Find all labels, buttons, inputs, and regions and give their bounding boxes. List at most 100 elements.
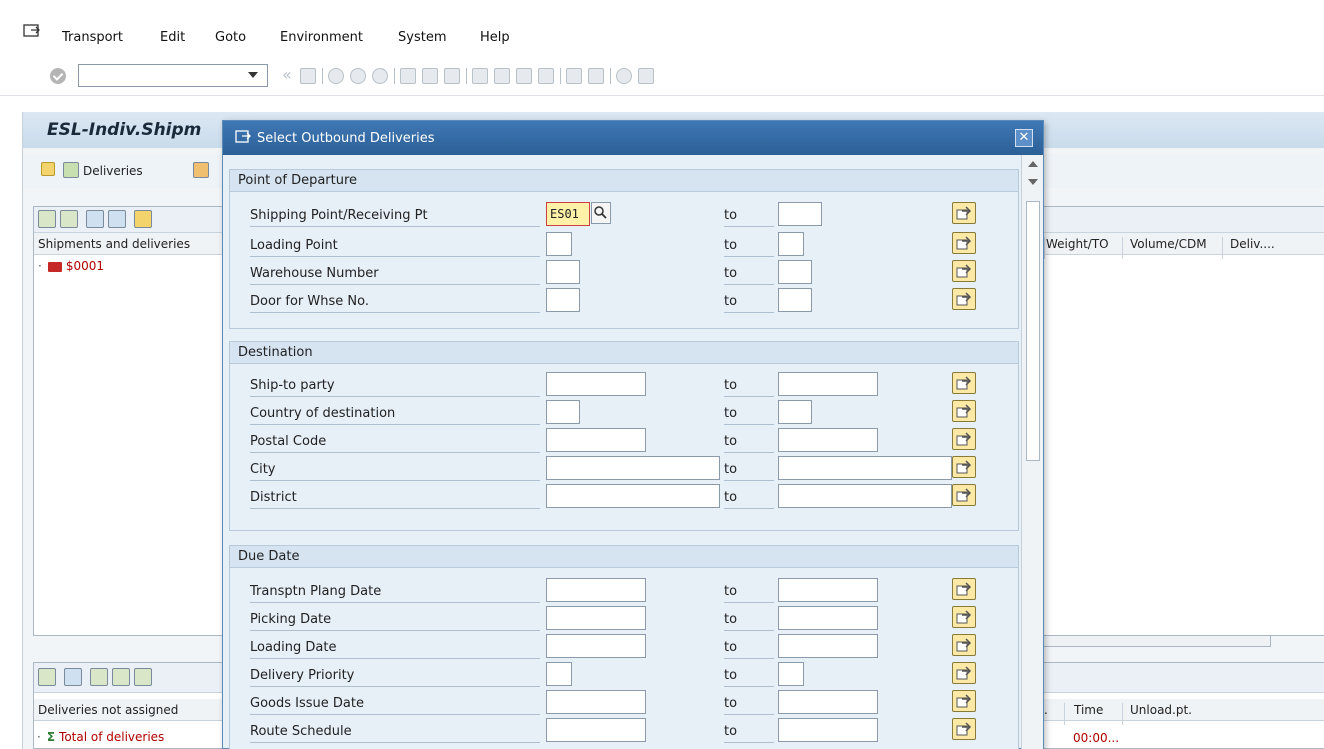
transport-planning-date-from-input[interactable] (546, 578, 646, 602)
remove-item-icon[interactable] (38, 668, 56, 686)
dialog-title-bar[interactable]: Select Outbound Deliveries ✕ (223, 121, 1043, 155)
deliveries-button[interactable]: Deliveries (83, 164, 143, 178)
multiple-selection-button[interactable] (952, 428, 976, 450)
multiple-selection-button[interactable] (952, 456, 976, 478)
menu-edit[interactable]: Edit (160, 30, 185, 45)
shipping-point-to-input[interactable] (778, 202, 822, 226)
print-icon[interactable] (400, 68, 416, 84)
expand-icon[interactable] (86, 210, 104, 228)
scroll-thumb[interactable] (1026, 201, 1040, 461)
column-deliveries-not-assigned: Deliveries not assigned (38, 703, 179, 717)
multiple-selection-button[interactable] (952, 690, 976, 712)
enter-check-icon[interactable] (50, 68, 66, 84)
column-shipments: Shipments and deliveries (38, 237, 191, 251)
hierarchy-icon[interactable] (41, 162, 55, 176)
find-next-icon[interactable] (444, 68, 460, 84)
menu-system[interactable]: System (398, 30, 446, 45)
add-item-icon[interactable] (38, 210, 56, 228)
shipment-label[interactable]: $0001 (66, 259, 104, 273)
multiple-selection-button[interactable] (952, 260, 976, 282)
scroll-up-icon[interactable] (1028, 161, 1038, 167)
menu-icon[interactable] (23, 24, 41, 38)
double-chevron-icon[interactable]: « (282, 65, 292, 84)
deliveries-icon[interactable] (63, 162, 79, 178)
exit-icon[interactable] (350, 68, 366, 84)
multiple-selection-button[interactable] (952, 400, 976, 422)
first-page-icon[interactable] (472, 68, 488, 84)
multiple-selection-button[interactable] (952, 718, 976, 740)
assign-icon[interactable] (90, 668, 108, 686)
menu-goto[interactable]: Goto (215, 30, 246, 45)
ship-to-party-to-input[interactable] (778, 372, 878, 396)
loading-date-from-input[interactable] (546, 634, 646, 658)
multiple-selection-button[interactable] (952, 662, 976, 684)
help-icon[interactable] (616, 68, 632, 84)
city-from-input[interactable] (546, 456, 720, 480)
picking-date-to-input[interactable] (778, 606, 878, 630)
menu-transport[interactable]: Transport (62, 30, 123, 45)
cancel-icon[interactable] (372, 68, 388, 84)
customize-layout-icon[interactable] (638, 68, 654, 84)
warehouse-number-to-input[interactable] (778, 260, 812, 284)
district-from-input[interactable] (546, 484, 720, 508)
command-field[interactable] (78, 64, 268, 87)
country-to-input[interactable] (778, 400, 812, 424)
multiple-selection-button[interactable] (952, 232, 976, 254)
multiple-selection-button[interactable] (952, 578, 976, 600)
warehouse-number-from-input[interactable] (546, 260, 580, 284)
find-icon[interactable] (422, 68, 438, 84)
field-label-postal-code: Postal Code (250, 434, 540, 453)
collapse-icon[interactable] (108, 210, 126, 228)
menu-help[interactable]: Help (480, 30, 510, 45)
ship-to-party-from-input[interactable] (546, 372, 646, 396)
unassign-icon[interactable] (134, 668, 152, 686)
multiple-selection-button[interactable] (952, 288, 976, 310)
door-to-input[interactable] (778, 288, 812, 312)
lower-row[interactable]: · Σ Total of deliveries (37, 730, 164, 744)
vertical-scrollbar[interactable] (1021, 155, 1043, 749)
loading-point-from-input[interactable] (546, 232, 572, 256)
district-to-input[interactable] (778, 484, 952, 508)
next-page-icon[interactable] (516, 68, 532, 84)
filter-icon[interactable] (112, 668, 130, 686)
close-icon[interactable]: ✕ (1015, 129, 1033, 147)
door-from-input[interactable] (546, 288, 580, 312)
route-schedule-to-input[interactable] (778, 718, 878, 742)
goods-issue-date-from-input[interactable] (546, 690, 646, 714)
loading-point-to-input[interactable] (778, 232, 804, 256)
new-session-icon[interactable] (566, 68, 582, 84)
multiple-selection-button[interactable] (952, 202, 976, 224)
horizontal-scrollbar[interactable] (1035, 635, 1271, 647)
search-help-icon[interactable] (591, 202, 611, 224)
delivery-priority-from-input[interactable] (546, 662, 572, 686)
multiple-selection-button[interactable] (952, 606, 976, 628)
save-icon[interactable] (300, 68, 316, 84)
back-icon[interactable] (328, 68, 344, 84)
multiple-selection-button[interactable] (952, 484, 976, 506)
remove-item-icon[interactable] (60, 210, 78, 228)
scroll-down-icon[interactable] (1028, 179, 1038, 185)
previous-page-icon[interactable] (494, 68, 510, 84)
map-icon[interactable] (193, 162, 209, 178)
picking-date-from-input[interactable] (546, 606, 646, 630)
transport-planning-date-to-input[interactable] (778, 578, 878, 602)
last-page-icon[interactable] (538, 68, 554, 84)
loading-date-to-input[interactable] (778, 634, 878, 658)
postal-code-from-input[interactable] (546, 428, 646, 452)
menu-environment[interactable]: Environment (280, 30, 363, 45)
city-to-input[interactable] (778, 456, 952, 480)
route-schedule-from-input[interactable] (546, 718, 646, 742)
tree-row[interactable]: · $0001 (38, 259, 104, 273)
multiple-selection-button[interactable] (952, 372, 976, 394)
multiple-selection-button[interactable] (952, 634, 976, 656)
layout-icon[interactable] (134, 210, 152, 228)
shortcut-icon[interactable] (588, 68, 604, 84)
delivery-priority-to-input[interactable] (778, 662, 804, 686)
goods-issue-date-to-input[interactable] (778, 690, 878, 714)
postal-code-to-input[interactable] (778, 428, 878, 452)
chevron-down-icon[interactable] (248, 72, 258, 78)
total-deliveries-label[interactable]: Total of deliveries (59, 730, 164, 744)
shipping-point-from-input[interactable]: ES01 (546, 202, 590, 226)
country-from-input[interactable] (546, 400, 580, 424)
expand-icon[interactable] (64, 668, 82, 686)
